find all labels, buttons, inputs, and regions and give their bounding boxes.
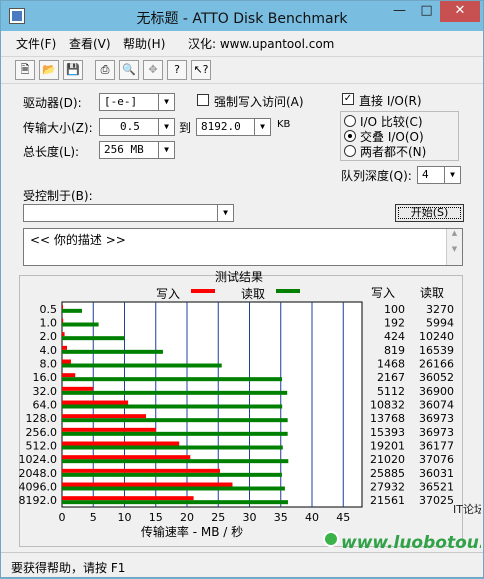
y-tick-label: 2048.0 <box>19 467 58 480</box>
write-value: 192 <box>384 317 405 330</box>
write-value: 25885 <box>370 467 405 480</box>
table-header-write: 写入 <box>371 286 395 300</box>
read-bar <box>62 500 288 505</box>
watermark-dot <box>323 531 339 547</box>
y-tick-label: 16.0 <box>33 371 58 384</box>
read-bar <box>62 486 285 491</box>
read-value: 3270 <box>426 303 454 316</box>
x-axis-label: 传输速率 - MB / 秒 <box>141 524 243 539</box>
read-value: 36900 <box>419 385 454 398</box>
read-value: 36031 <box>419 467 454 480</box>
write-bar <box>62 318 64 323</box>
write-bar <box>62 400 129 405</box>
write-value: 2167 <box>377 371 405 384</box>
read-bar <box>62 390 288 395</box>
legend-swatch <box>191 289 215 293</box>
y-tick-label: 256.0 <box>26 426 58 439</box>
read-value: 10240 <box>419 330 454 343</box>
y-tick-label: 2.0 <box>40 330 58 343</box>
y-tick-label: 512.0 <box>26 440 58 453</box>
app-window: 无标题 - ATTO Disk Benchmark — □ ✕ 文件(F) 查看… <box>0 0 484 578</box>
read-bar <box>62 363 222 368</box>
y-tick-label: 1024.0 <box>19 453 58 466</box>
write-bar <box>62 359 71 364</box>
legend-swatch <box>276 289 300 293</box>
y-tick-label: 1.0 <box>40 317 58 330</box>
write-bar <box>62 455 191 460</box>
y-tick-label: 8.0 <box>40 358 58 371</box>
x-tick-label: 10 <box>118 511 132 524</box>
read-bar <box>62 431 288 436</box>
x-tick-label: 30 <box>243 511 257 524</box>
write-value: 13768 <box>370 412 405 425</box>
watermark-sub: IT论坛 <box>453 502 481 516</box>
read-bar <box>62 418 288 423</box>
table-header-read: 读取 <box>420 286 444 300</box>
write-bar <box>62 345 67 350</box>
read-bar <box>62 349 163 354</box>
x-tick-label: 15 <box>149 511 163 524</box>
write-bar <box>62 496 194 501</box>
write-bar <box>62 332 65 337</box>
read-value: 37076 <box>419 453 454 466</box>
write-bar <box>62 304 63 309</box>
read-value: 5994 <box>426 317 454 330</box>
write-bar <box>62 373 76 378</box>
read-value: 36973 <box>419 426 454 439</box>
write-bar <box>62 482 233 487</box>
read-value: 36074 <box>419 399 454 412</box>
write-value: 10832 <box>370 399 405 412</box>
write-value: 819 <box>384 344 405 357</box>
read-value: 36052 <box>419 371 454 384</box>
read-value: 36973 <box>419 412 454 425</box>
y-tick-label: 4096.0 <box>19 481 58 494</box>
y-tick-label: 32.0 <box>33 385 58 398</box>
x-tick-label: 20 <box>180 511 194 524</box>
read-bar <box>62 404 283 409</box>
y-tick-label: 8192.0 <box>19 494 58 507</box>
read-bar <box>62 336 125 341</box>
x-tick-label: 35 <box>274 511 288 524</box>
read-bar <box>62 322 99 327</box>
write-value: 424 <box>384 330 405 343</box>
read-bar <box>62 472 282 477</box>
read-bar <box>62 377 283 382</box>
write-value: 21020 <box>370 453 405 466</box>
x-tick-label: 5 <box>90 511 97 524</box>
legend-label: 读取 <box>241 287 265 301</box>
write-bar <box>62 414 147 419</box>
x-tick-label: 25 <box>211 511 225 524</box>
write-bar <box>62 441 180 446</box>
watermark-text: www.luobotou.pw <box>341 533 481 551</box>
write-value: 100 <box>384 303 405 316</box>
write-bar <box>62 386 94 391</box>
y-tick-label: 128.0 <box>26 412 58 425</box>
write-bar <box>62 427 156 432</box>
read-value: 26166 <box>419 358 454 371</box>
status-text: 要获得帮助，请按 F1 <box>11 561 126 575</box>
chart-title: 测试结果 <box>215 269 263 284</box>
read-value: 36177 <box>419 440 454 453</box>
write-bar <box>62 468 220 473</box>
read-bar <box>62 308 82 313</box>
write-value: 1468 <box>377 358 405 371</box>
x-tick-label: 0 <box>59 511 66 524</box>
legend-label: 写入 <box>156 287 180 301</box>
status-bar: 要获得帮助，请按 F1 <box>1 552 483 577</box>
y-tick-label: 64.0 <box>33 399 58 412</box>
write-value: 5112 <box>377 385 405 398</box>
write-value: 15393 <box>370 426 405 439</box>
watermark-logo: IT论坛 www.luobotou.pw <box>323 502 481 551</box>
y-tick-label: 0.5 <box>40 303 58 316</box>
read-value: 16539 <box>419 344 454 357</box>
read-bar <box>62 445 283 450</box>
y-tick-label: 4.0 <box>40 344 58 357</box>
read-bar <box>62 459 289 464</box>
write-value: 19201 <box>370 440 405 453</box>
